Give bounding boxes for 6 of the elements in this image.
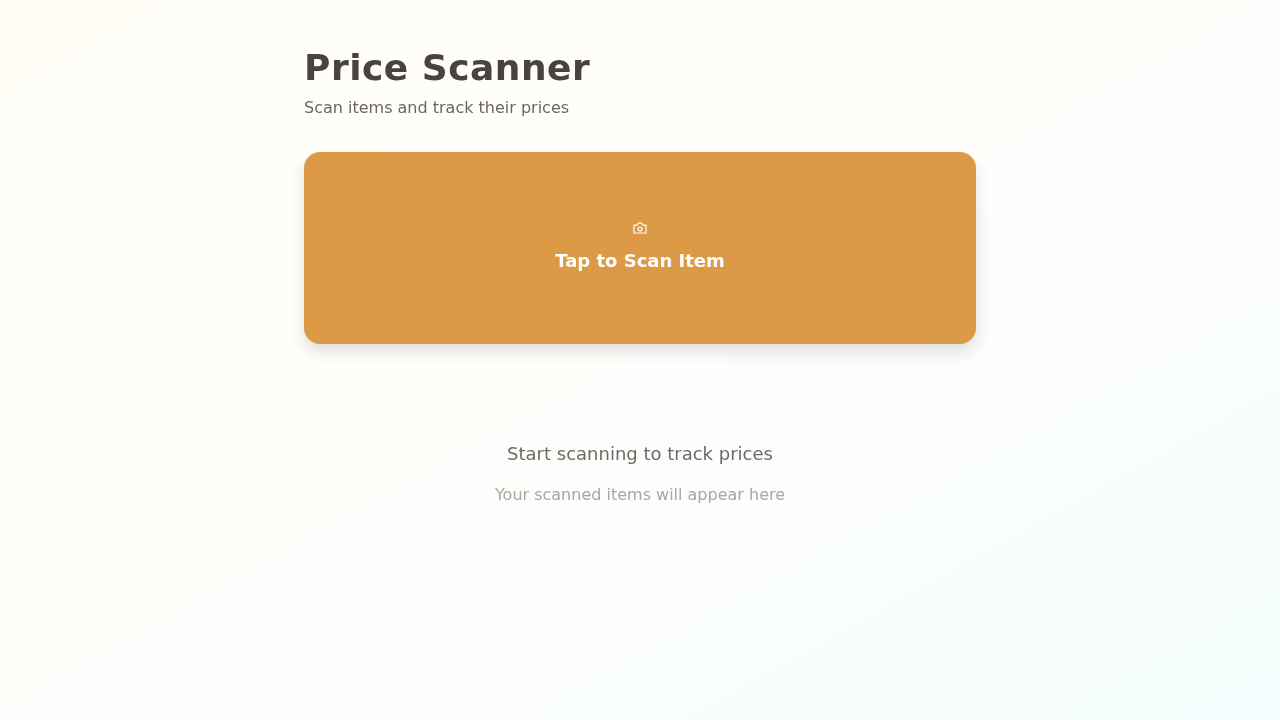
page-subtitle: Scan items and track their prices [304,97,571,119]
page-title: Price Scanner [304,48,592,88]
empty-state-message: Your scanned items will appear here [494,484,786,506]
scan-button[interactable]: Tap to Scan Item [304,152,976,344]
camera-icon [633,221,647,234]
empty-state-title: Start scanning to track prices [507,442,773,466]
